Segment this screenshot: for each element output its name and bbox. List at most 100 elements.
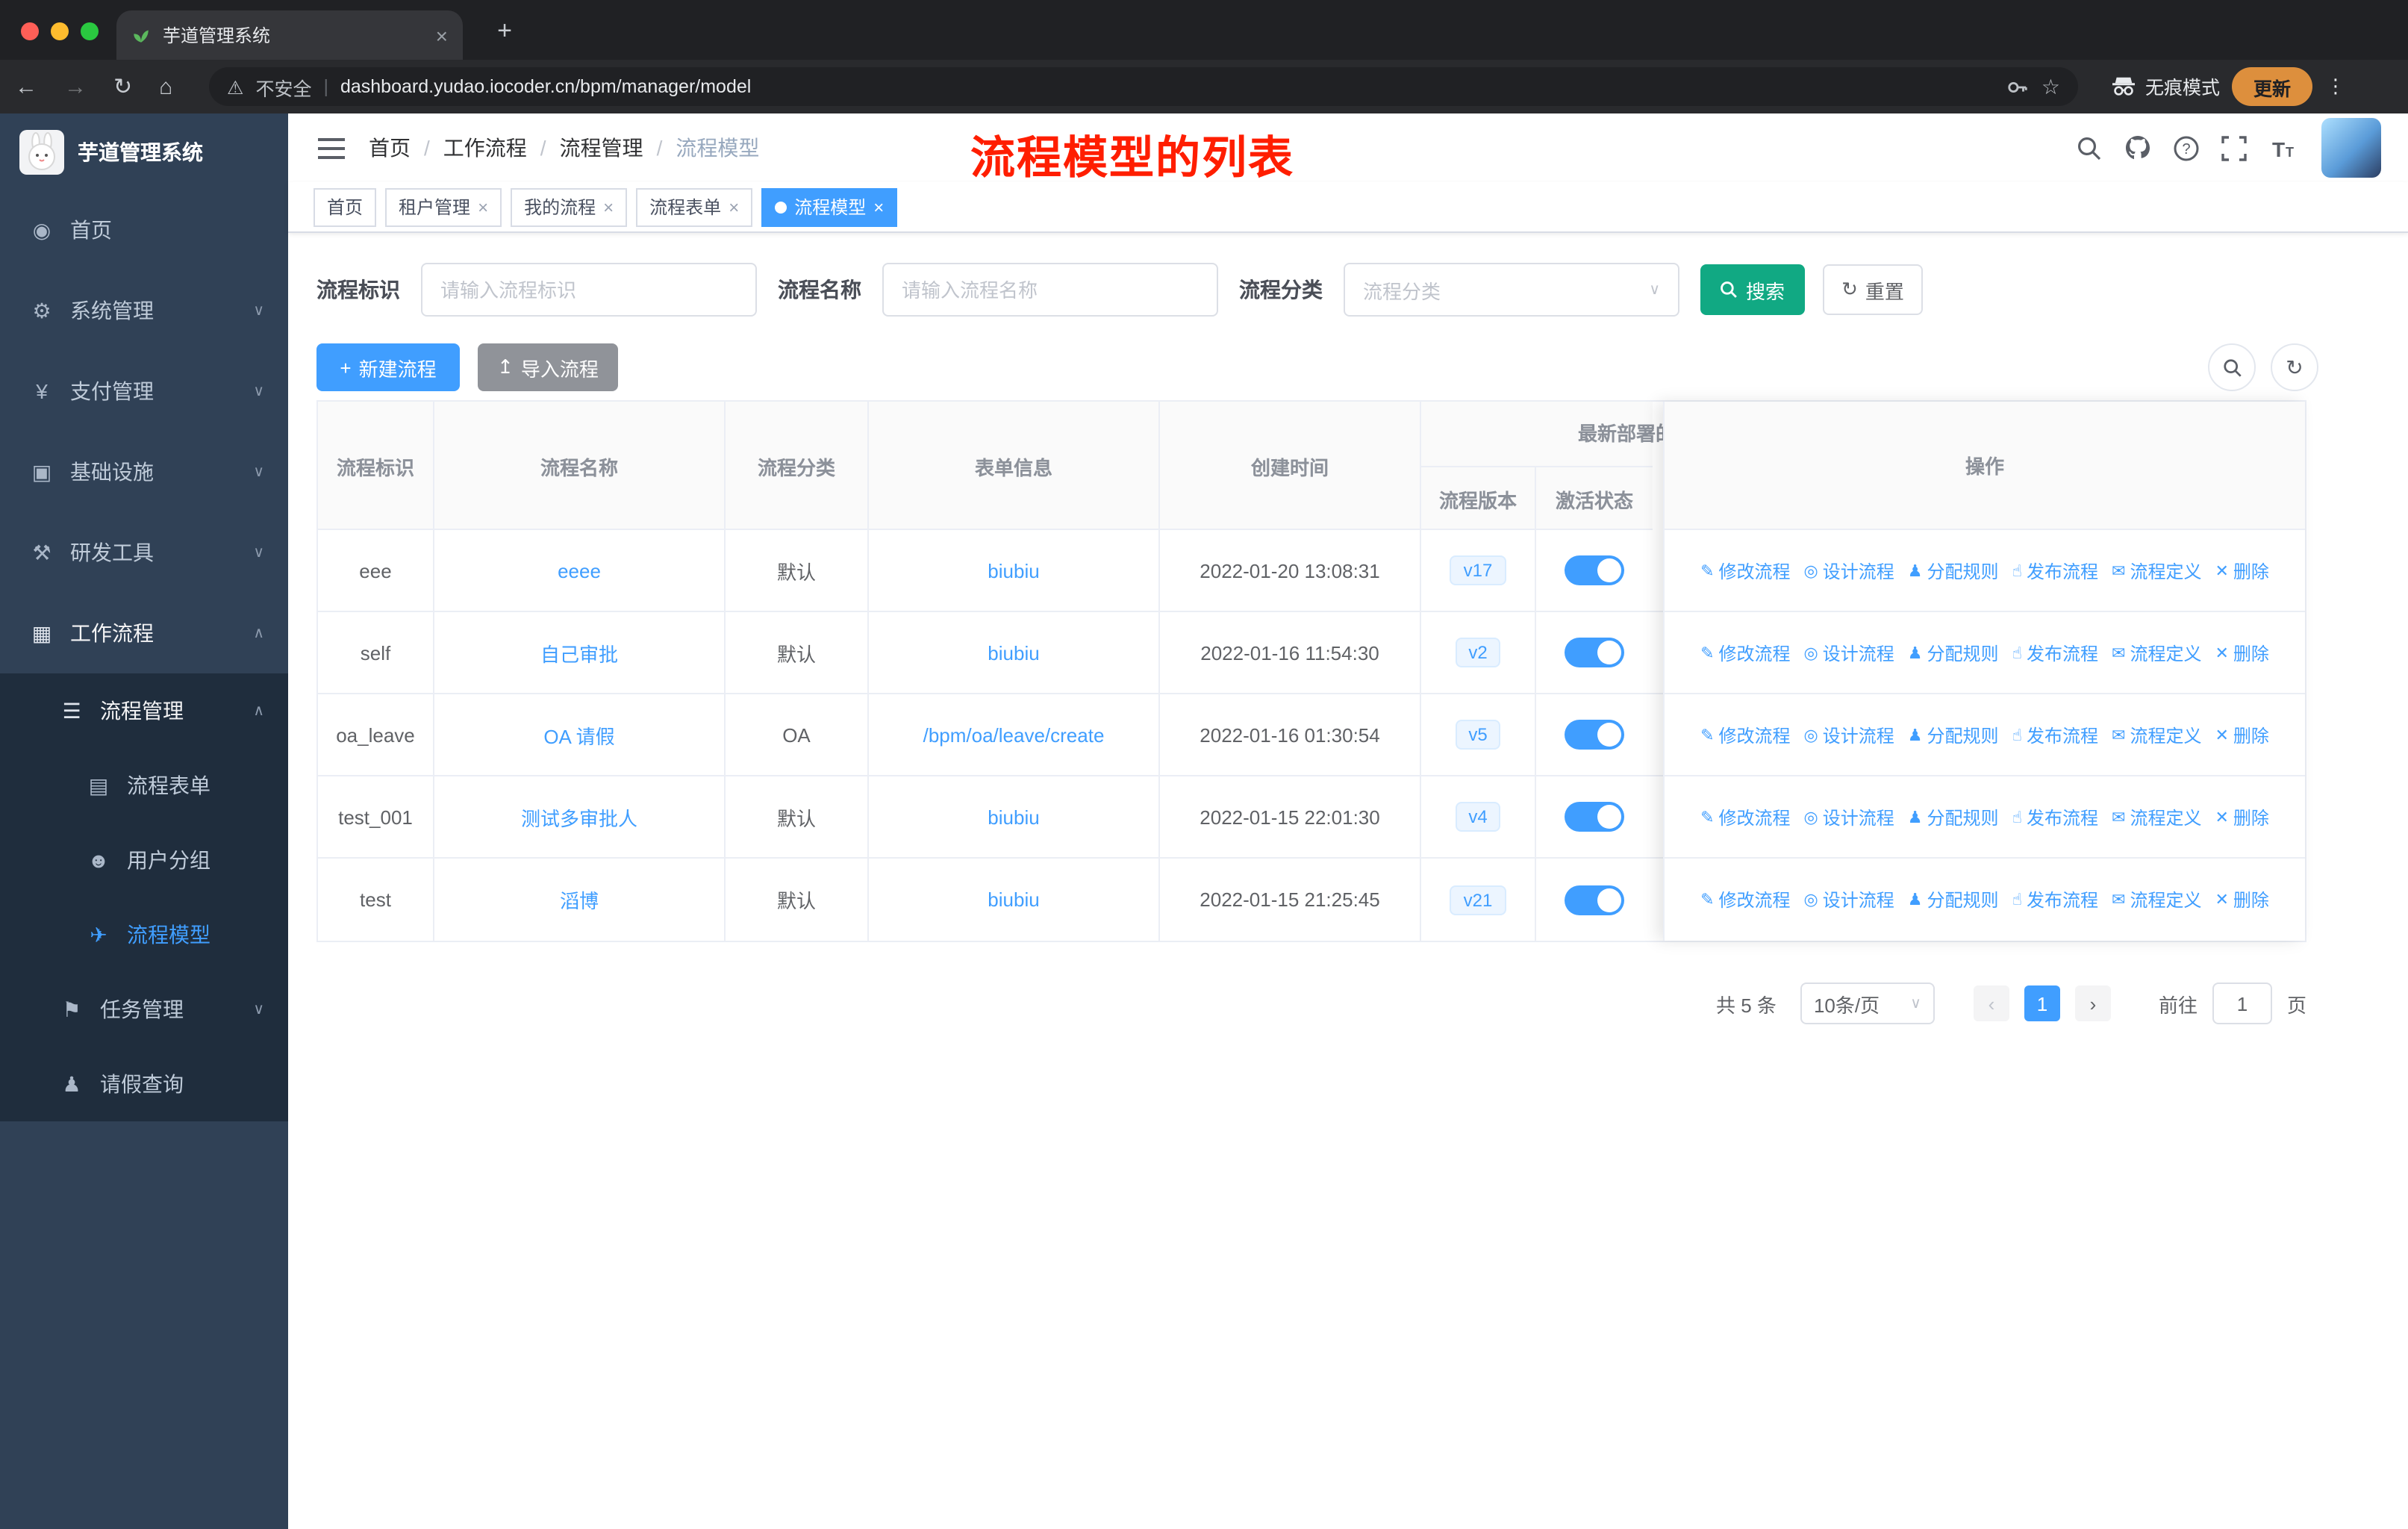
browser-menu-icon[interactable]: ⋮	[2326, 75, 2345, 99]
form-info-link[interactable]: biubiu	[988, 888, 1039, 911]
window-minimize-button[interactable]	[51, 22, 69, 40]
process-name-link[interactable]: OA 请假	[543, 720, 614, 749]
process-name-link[interactable]: eeee	[558, 559, 601, 582]
category-select[interactable]: 流程分类 ∨	[1344, 263, 1679, 317]
version-badge[interactable]: v2	[1455, 638, 1501, 667]
version-badge[interactable]: v17	[1450, 555, 1506, 585]
edit-process-action[interactable]: ✎ 修改流程	[1700, 887, 1790, 912]
edit-process-action[interactable]: ✎ 修改流程	[1700, 722, 1790, 747]
delete-action[interactable]: ✕ 删除	[2215, 887, 2268, 912]
active-status-toggle[interactable]	[1565, 555, 1624, 585]
process-definition-action[interactable]: ✉ 流程定义	[2112, 887, 2201, 912]
edit-process-action[interactable]: ✎ 修改流程	[1700, 558, 1790, 583]
publish-process-action[interactable]: ☝ 发布流程	[2012, 722, 2098, 747]
font-size-icon[interactable]: TT	[2269, 135, 2298, 161]
sidebar-collapse-icon[interactable]	[318, 137, 345, 159]
reset-button[interactable]: ↻ 重置	[1823, 264, 1923, 315]
assign-rule-action[interactable]: ♟ 分配规则	[1908, 558, 1999, 583]
process-key-input[interactable]	[421, 263, 757, 317]
create-process-button[interactable]: + 新建流程	[316, 343, 460, 391]
window-zoom-button[interactable]	[81, 22, 99, 40]
security-warning-icon[interactable]: ⚠	[227, 75, 243, 98]
next-page-button[interactable]: ›	[2074, 985, 2111, 1021]
breadcrumb-workflow[interactable]: 工作流程	[443, 133, 527, 163]
delete-action[interactable]: ✕ 删除	[2215, 640, 2268, 665]
sidebar-item-infra[interactable]: ▣ 基础设施 ∨	[0, 432, 288, 512]
fullscreen-icon[interactable]	[2221, 135, 2247, 161]
sidebar-item-home[interactable]: ◉ 首页	[0, 190, 288, 270]
sidebar-item-task-management[interactable]: ⚑ 任务管理 ∨	[0, 972, 288, 1047]
tab-close-icon[interactable]: ×	[436, 23, 448, 47]
tag-home[interactable]: 首页	[314, 187, 377, 226]
back-icon[interactable]: ←	[15, 74, 37, 99]
github-icon[interactable]	[2124, 134, 2151, 161]
current-page-button[interactable]: 1	[2024, 985, 2060, 1021]
form-info-link[interactable]: biubiu	[988, 806, 1039, 828]
new-tab-button[interactable]: +	[487, 13, 523, 49]
sidebar-item-payment[interactable]: ¥ 支付管理 ∨	[0, 351, 288, 432]
sidebar-item-system[interactable]: ⚙ 系统管理 ∨	[0, 270, 288, 351]
breadcrumb-process-management[interactable]: 流程管理	[560, 133, 643, 163]
bookmark-star-icon[interactable]: ☆	[2042, 74, 2060, 99]
delete-action[interactable]: ✕ 删除	[2215, 804, 2268, 829]
sidebar-item-process-form[interactable]: ▤ 流程表单	[0, 748, 288, 823]
process-name-link[interactable]: 滔博	[560, 885, 599, 914]
search-icon[interactable]	[2077, 135, 2102, 161]
process-name-link[interactable]: 自己审批	[540, 638, 618, 667]
active-status-toggle[interactable]	[1565, 802, 1624, 832]
sidebar-item-leave-query[interactable]: ♟ 请假查询	[0, 1047, 288, 1121]
design-process-action[interactable]: ◎ 设计流程	[1804, 640, 1894, 665]
publish-process-action[interactable]: ☝ 发布流程	[2012, 887, 2098, 912]
breadcrumb-home[interactable]: 首页	[369, 133, 411, 163]
process-name-link[interactable]: 测试多审批人	[521, 803, 637, 831]
sidebar-item-devtools[interactable]: ⚒ 研发工具 ∨	[0, 512, 288, 593]
page-size-select[interactable]: 10条/页 ∨	[1800, 983, 1935, 1024]
home-icon[interactable]: ⌂	[159, 74, 172, 99]
assign-rule-action[interactable]: ♟ 分配规则	[1908, 640, 1999, 665]
delete-action[interactable]: ✕ 删除	[2215, 722, 2268, 747]
browser-tab[interactable]: 芋道管理系统 ×	[116, 10, 463, 60]
delete-action[interactable]: ✕ 删除	[2215, 558, 2268, 583]
reload-icon[interactable]: ↻	[113, 73, 132, 100]
active-status-toggle[interactable]	[1565, 720, 1624, 750]
version-badge[interactable]: v5	[1455, 720, 1501, 750]
version-badge[interactable]: v21	[1450, 885, 1506, 915]
tag-process-form[interactable]: 流程表单 ×	[636, 187, 753, 226]
active-status-toggle[interactable]	[1565, 638, 1624, 667]
publish-process-action[interactable]: ☝ 发布流程	[2012, 558, 2098, 583]
version-badge[interactable]: v4	[1455, 802, 1501, 832]
tag-process-model[interactable]: 流程模型 ×	[761, 187, 898, 226]
sidebar-item-user-group[interactable]: ☻ 用户分组	[0, 823, 288, 897]
design-process-action[interactable]: ◎ 设计流程	[1804, 804, 1894, 829]
edit-process-action[interactable]: ✎ 修改流程	[1700, 804, 1790, 829]
sidebar-item-process-management[interactable]: ☰ 流程管理 ∧	[0, 673, 288, 748]
search-button[interactable]: 搜索	[1700, 264, 1805, 315]
form-info-link[interactable]: biubiu	[988, 641, 1039, 664]
close-icon[interactable]: ×	[729, 196, 739, 217]
process-definition-action[interactable]: ✉ 流程定义	[2112, 558, 2201, 583]
form-info-link[interactable]: /bpm/oa/leave/create	[923, 723, 1105, 746]
assign-rule-action[interactable]: ♟ 分配规则	[1908, 887, 1999, 912]
form-info-link[interactable]: biubiu	[988, 559, 1039, 582]
process-definition-action[interactable]: ✉ 流程定义	[2112, 640, 2201, 665]
edit-process-action[interactable]: ✎ 修改流程	[1700, 640, 1790, 665]
design-process-action[interactable]: ◎ 设计流程	[1804, 722, 1894, 747]
tag-my-process[interactable]: 我的流程 ×	[511, 187, 628, 226]
show-search-button[interactable]	[2208, 343, 2256, 391]
assign-rule-action[interactable]: ♟ 分配规则	[1908, 804, 1999, 829]
close-icon[interactable]: ×	[478, 196, 488, 217]
address-bar[interactable]: ⚠ 不安全 | dashboard.yudao.iocoder.cn/bpm/m…	[209, 67, 2078, 106]
design-process-action[interactable]: ◎ 设计流程	[1804, 887, 1894, 912]
close-icon[interactable]: ×	[873, 196, 884, 217]
assign-rule-action[interactable]: ♟ 分配规则	[1908, 722, 1999, 747]
tag-tenant[interactable]: 租户管理 ×	[385, 187, 502, 226]
browser-update-button[interactable]: 更新	[2232, 67, 2312, 106]
import-process-button[interactable]: ↥ 导入流程	[478, 343, 618, 391]
user-avatar[interactable]	[2321, 118, 2381, 178]
publish-process-action[interactable]: ☝ 发布流程	[2012, 804, 2098, 829]
publish-process-action[interactable]: ☝ 发布流程	[2012, 640, 2098, 665]
close-icon[interactable]: ×	[603, 196, 614, 217]
refresh-table-button[interactable]: ↻	[2271, 343, 2318, 391]
process-definition-action[interactable]: ✉ 流程定义	[2112, 804, 2201, 829]
help-icon[interactable]: ?	[2174, 135, 2199, 161]
